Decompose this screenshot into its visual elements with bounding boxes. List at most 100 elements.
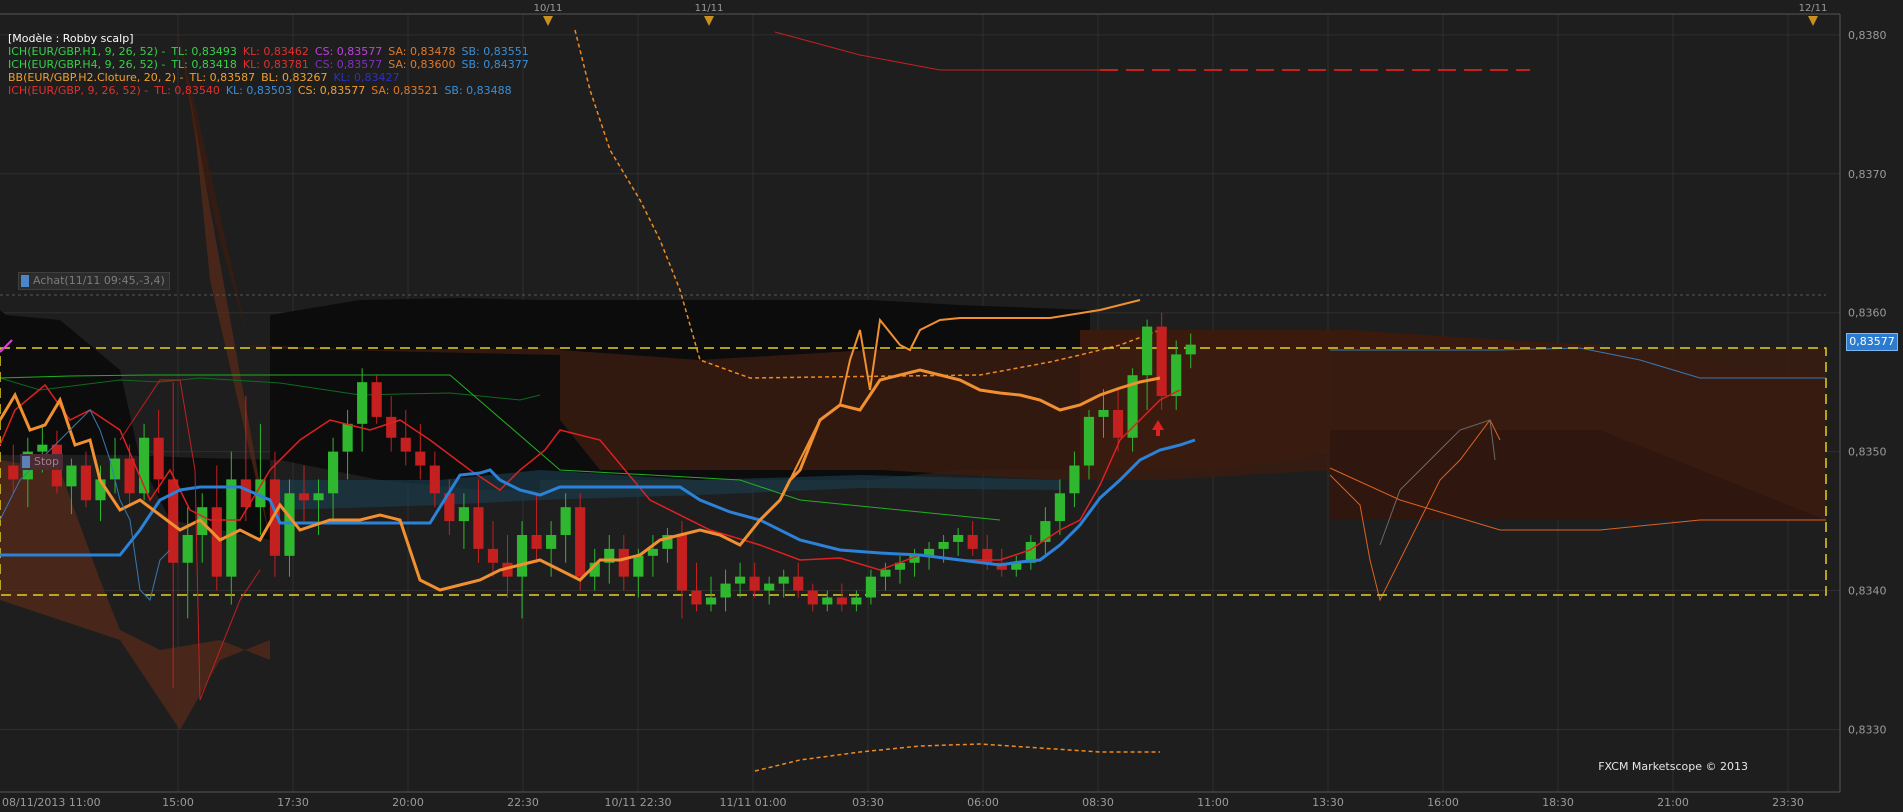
- x-tick-label: 21:00: [1657, 796, 1689, 809]
- candle-body: [327, 451, 339, 494]
- candle-body: [415, 451, 426, 466]
- legend-entry: BL: 0,83267: [261, 71, 328, 84]
- x-tick-label: 06:00: [967, 796, 999, 809]
- candle-body: [182, 534, 193, 563]
- time-axis: 08/11/2013 11:00 15:00 17:30 20:00 22:30 10/1…: [0, 791, 1903, 812]
- x-tick-label: 08/11/2013 11:00: [2, 796, 101, 809]
- candle-body: [560, 507, 571, 535]
- candle-body: [458, 507, 469, 522]
- candle-body: [429, 465, 440, 494]
- legend-entry: TL: 0,83493: [171, 45, 237, 58]
- price-chart[interactable]: 0,8380 0,8370 0,8360 0,8350 0,8340 0,8330 08/…: [0, 0, 1903, 812]
- candle-body: [211, 507, 222, 577]
- x-tick-label: 13:30: [1312, 796, 1344, 809]
- candle-body: [1156, 326, 1167, 397]
- candle-body: [226, 479, 237, 577]
- candle-body: [546, 534, 557, 549]
- candle-body: [749, 576, 760, 591]
- candle-body: [1112, 409, 1124, 438]
- stop-order-label[interactable]: Stop: [20, 454, 64, 470]
- buy-order-text: Achat(11/11 09:45,-3,4): [33, 274, 165, 287]
- x-tick-label: 15:00: [162, 796, 194, 809]
- candle-body: [735, 576, 746, 584]
- legend-entry: KL: 0,83781: [242, 58, 309, 71]
- x-tick-label: 22:30: [507, 796, 539, 809]
- candle-body: [1054, 493, 1065, 522]
- candle-body: [342, 423, 353, 452]
- legend-entry: TL: 0,83540: [154, 84, 220, 97]
- price-axis-bg: [1840, 0, 1903, 812]
- candle-body: [37, 444, 48, 452]
- candle-body: [473, 507, 484, 549]
- legend-entry: SB: 0,83488: [444, 84, 512, 97]
- candle-body: [516, 534, 528, 577]
- legend-model: [Modèle : Robby scalp]: [8, 32, 134, 45]
- candle-body: [822, 597, 833, 605]
- stop-text: Stop: [34, 455, 60, 468]
- x-tick-label: 23:30: [1772, 796, 1804, 809]
- legend-entry: KL: 0,83503: [225, 84, 292, 97]
- x-tick-label: 03:30: [852, 796, 884, 809]
- legend-entry: CS: 0,83577: [314, 58, 383, 71]
- candle-body: [313, 493, 324, 501]
- candle-body: [1040, 521, 1051, 542]
- legend-entry: SA: 0,83521: [371, 84, 439, 97]
- y-tick-label: 0,8360: [1848, 307, 1887, 320]
- candle-body: [1142, 326, 1153, 376]
- candle-body: [386, 416, 397, 438]
- candle-body: [487, 548, 499, 563]
- buy-order-label[interactable]: Achat(11/11 09:45,-3,4): [18, 272, 170, 290]
- order-tab-icon: [21, 275, 29, 287]
- x-tick-label: 11/11 01:00: [720, 796, 787, 809]
- y-tick-label: 0,8370: [1848, 168, 1887, 181]
- candle-body: [953, 534, 964, 542]
- x-tick-label: 08:30: [1082, 796, 1114, 809]
- copyright-text: FXCM Marketscope © 2013: [1598, 760, 1748, 773]
- candle-body: [618, 548, 629, 577]
- x-tick-label: 10/11 22:30: [605, 796, 672, 809]
- candle-body: [705, 597, 717, 605]
- y-tick-label: 0,8330: [1848, 723, 1887, 736]
- candle-body: [8, 465, 19, 480]
- candle: [1156, 312, 1167, 410]
- legend-entry: BB(EUR/GBP.H2.Cloture, 20, 2) -: [8, 71, 184, 84]
- candle-body: [66, 465, 77, 487]
- candle-body: [938, 541, 949, 549]
- x-tick-label: 18:30: [1542, 796, 1574, 809]
- date-marker-label: 10/11: [534, 3, 563, 14]
- y-tick-label: 0,8350: [1848, 446, 1887, 459]
- candle-body: [531, 534, 542, 549]
- legend-entry: SB: 0,84377: [461, 58, 529, 71]
- candle-body: [1098, 409, 1109, 417]
- candle-body: [284, 493, 295, 556]
- candle-body: [80, 465, 92, 501]
- candle-body: [880, 569, 891, 577]
- legend-entry: SA: 0,83600: [388, 58, 456, 71]
- candle-body: [807, 590, 818, 605]
- legend-entry: SA: 0,83478: [388, 45, 456, 58]
- price-axis: 0,8380 0,8370 0,8360 0,8350 0,8340 0,8330: [1839, 0, 1903, 812]
- candle: [371, 375, 382, 424]
- legend-entry: KL: 0,83462: [242, 45, 309, 58]
- candle-body: [647, 548, 658, 556]
- x-tick-label: 11:00: [1197, 796, 1229, 809]
- candle-body: [764, 583, 775, 591]
- legend-entry: TL: 0,83418: [171, 58, 237, 71]
- candle-body: [793, 576, 804, 591]
- legend-entry: TL: 0,83587: [189, 71, 256, 84]
- candle-body: [400, 437, 411, 452]
- candle-body: [1185, 344, 1196, 355]
- legend-entry: ICH(EUR/GBP.H4, 9, 26, 52) -: [8, 58, 166, 71]
- candle-body: [720, 583, 731, 598]
- candle-body: [124, 458, 135, 494]
- current-price-tag: 0,83577: [1846, 333, 1898, 351]
- candle-body: [851, 597, 862, 605]
- candle-body: [298, 493, 310, 501]
- legend-entry: KL: 0,83427: [333, 71, 400, 84]
- legend-entry: ICH(EUR/GBP.H1, 9, 26, 52) -: [8, 45, 166, 58]
- date-marker-label: 12/11: [1799, 3, 1828, 14]
- candle-body: [109, 458, 121, 480]
- candle-body: [691, 590, 702, 605]
- x-tick-label: 17:30: [277, 796, 309, 809]
- y-tick-label: 0,8380: [1848, 29, 1887, 42]
